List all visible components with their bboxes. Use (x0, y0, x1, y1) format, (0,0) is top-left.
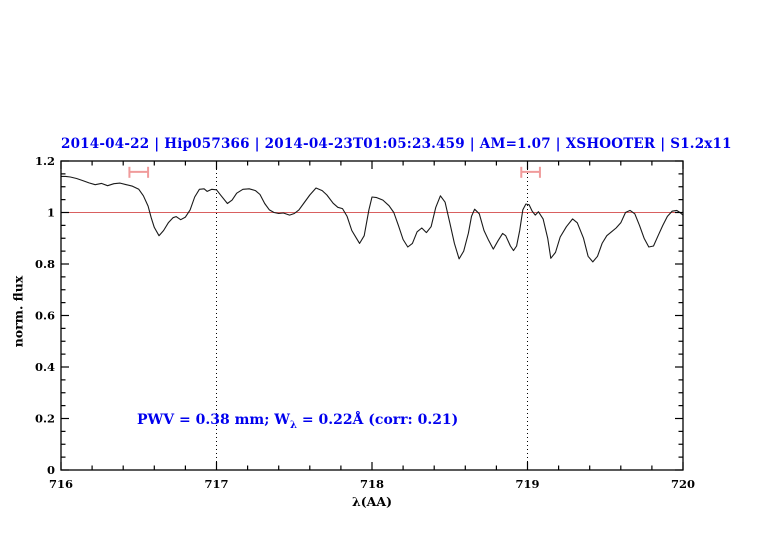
x-tick-label: 719 (515, 477, 539, 491)
y-tick-label: 0.6 (35, 309, 55, 323)
y-tick-label: 1 (47, 206, 55, 220)
pwv-annotation: PWV = 0.38 mm; Wλ = 0.22Å (corr: 0.21) (137, 412, 459, 431)
band-range-marker (128, 166, 150, 178)
y-tick-label: 0 (47, 463, 55, 477)
x-tick-label: 720 (671, 477, 695, 491)
spectrum-plot-canvas: 716 717 718 719 720 0 0.2 0.4 0.6 0.8 1 1.2 λ(AA) (35, 154, 695, 509)
x-tick-label: 718 (360, 477, 384, 491)
y-tick-label: 1.2 (35, 154, 55, 168)
pwv-annotation-prefix: PWV = 0.38 mm; W (137, 412, 290, 428)
y-tick-label: 0.2 (35, 412, 55, 426)
spectrum-line (60, 175, 684, 263)
pwv-annotation-suffix: = 0.22Å (corr: 0.21) (296, 412, 459, 428)
y-tick-label: 0.8 (35, 257, 55, 271)
band-range-marker (520, 166, 541, 178)
x-axis-label: λ(AA) (352, 494, 392, 509)
y-tick-label: 0.4 (35, 360, 55, 374)
x-tick-label: 716 (49, 477, 73, 491)
x-tick-label: 717 (204, 477, 228, 491)
spectrum-figure: 2014-04-22 | Hip057366 | 2014-04-23T01:0… (0, 0, 782, 542)
pwv-annotation-lambda-subscript: λ (289, 419, 297, 431)
